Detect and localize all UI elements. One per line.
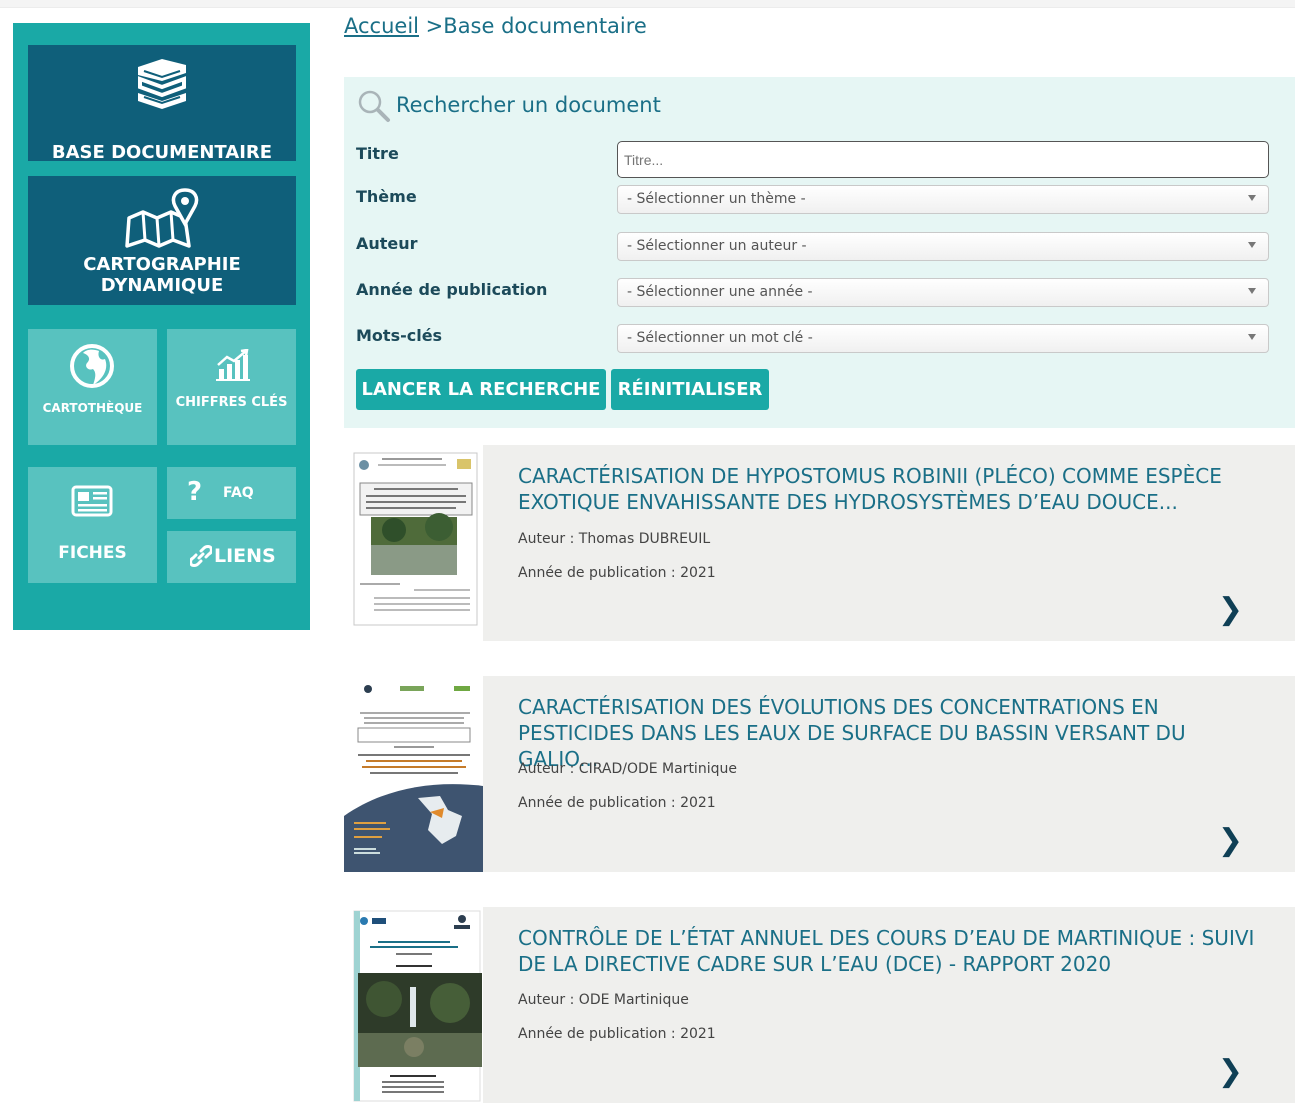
result-author: Auteur : ODE Martinique [518,992,689,1008]
sidebar-item-label: FICHES [58,543,127,563]
chevron-right-icon[interactable]: ❯ [1218,823,1243,858]
sidebar-item-base-documentaire[interactable]: BASE DOCUMENTAIRE [28,45,296,163]
chevron-right-icon[interactable]: ❯ [1218,1054,1243,1089]
result-card[interactable]: CARACTÉRISATION DES ÉVOLUTIONS DES CONCE… [344,676,1295,872]
sidebar-item-cartotheque[interactable]: CARTOTHÈQUE [28,329,157,445]
sidebar-item-label: BASE DOCUMENTAIRE [51,142,273,163]
books-icon [132,57,192,118]
titre-input[interactable] [617,141,1269,178]
annee-select-value: - Sélectionner une année - [627,284,813,300]
titre-label: Titre [356,144,399,163]
search-panel: Rechercher un document Titre Thème - Sél… [344,77,1295,428]
search-title: Rechercher un document [396,93,661,117]
sidebar-item-liens[interactable]: LIENS [167,531,296,583]
chevron-right-icon[interactable]: ❯ [1218,592,1243,627]
chevron-down-icon [1248,195,1256,201]
auteur-label: Auteur [356,234,418,253]
top-bar [0,0,1295,8]
sidebar-item-label: CHIFFRES CLÉS [175,395,288,410]
sidebar: BASE DOCUMENTAIRE CARTOGRAPHIE DYNAMIQUE… [13,23,310,630]
document-thumbnail [344,907,483,1103]
search-button[interactable]: LANCER LA RECHERCHE [356,369,606,410]
annee-select[interactable]: - Sélectionner une année - [617,278,1269,307]
newspaper-icon [71,485,115,522]
theme-select-value: - Sélectionner un thème - [627,191,806,207]
map-pin-icon [123,188,201,255]
chevron-down-icon [1248,242,1256,248]
reset-button[interactable]: RÉINITIALISER [611,369,769,410]
chevron-down-icon [1248,334,1256,340]
result-year: Année de publication : 2021 [518,795,716,811]
result-year: Année de publication : 2021 [518,565,716,581]
sidebar-item-label: LIENS [214,545,276,567]
document-thumbnail [344,676,483,872]
theme-select[interactable]: - Sélectionner un thème - [617,185,1269,214]
result-author: Auteur : CIRAD/ODE Martinique [518,761,737,777]
breadcrumb: Accueil >Base documentaire [344,14,647,38]
document-thumbnail [344,445,483,641]
breadcrumb-separator: > [419,14,444,38]
annee-label: Année de publication [356,280,548,299]
motscles-select-value: - Sélectionner un mot clé - [627,330,813,346]
sidebar-item-faq[interactable]: ? FAQ [167,467,296,519]
motscles-label: Mots-clés [356,326,443,345]
theme-label: Thème [356,187,417,206]
result-card[interactable]: CONTRÔLE DE L’ÉTAT ANNUEL DES COURS D’EA… [344,907,1295,1103]
question-icon: ? [187,477,203,507]
globe-icon [69,343,115,394]
motscles-select[interactable]: - Sélectionner un mot clé - [617,324,1269,353]
link-icon [189,545,213,572]
breadcrumb-home-link[interactable]: Accueil [344,14,419,38]
auteur-select-value: - Sélectionner un auteur - [627,238,807,254]
sidebar-item-label-line2: DYNAMIQUE [100,275,224,296]
sidebar-item-label-line1: CARTOGRAPHIE [83,254,241,275]
sidebar-item-chiffres-cles[interactable]: CHIFFRES CLÉS [167,329,296,445]
sidebar-item-fiches[interactable]: FICHES [28,467,157,583]
sidebar-item-cartographie[interactable]: CARTOGRAPHIE DYNAMIQUE [28,176,296,305]
sidebar-item-label: FAQ [223,485,254,501]
chart-icon [215,348,251,386]
result-author: Auteur : Thomas DUBREUIL [518,531,711,547]
sidebar-item-label: CARTOTHÈQUE [42,401,143,415]
sidebar-item-label: CARTOGRAPHIE DYNAMIQUE [28,254,296,296]
result-card[interactable]: CARACTÉRISATION DE HYPOSTOMUS ROBINII (P… [344,445,1295,641]
result-title[interactable]: CONTRÔLE DE L’ÉTAT ANNUEL DES COURS D’EA… [518,925,1258,977]
result-title[interactable]: CARACTÉRISATION DE HYPOSTOMUS ROBINII (P… [518,463,1258,515]
auteur-select[interactable]: - Sélectionner un auteur - [617,232,1269,261]
result-year: Année de publication : 2021 [518,1026,716,1042]
breadcrumb-current: Base documentaire [443,14,647,38]
search-icon [357,89,391,128]
chevron-down-icon [1248,288,1256,294]
